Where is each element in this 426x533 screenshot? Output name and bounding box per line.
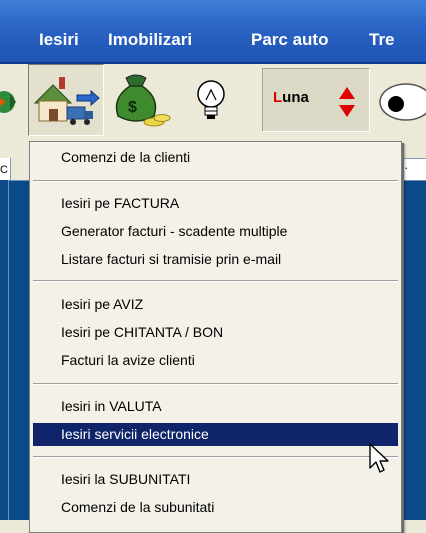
toolbar-button-iesiri[interactable] — [28, 64, 104, 136]
menu-item-facturi-avize[interactable]: Facturi la avize clienti — [33, 349, 398, 372]
menu-item-iesiri-chitanta[interactable]: Iesiri pe CHITANTA / BON — [33, 321, 398, 344]
money-bag-icon: $ — [115, 74, 171, 127]
menu-separator — [33, 180, 398, 182]
period-selector[interactable]: Luna — [262, 68, 370, 132]
house-truck-icon — [33, 77, 100, 125]
toolbar-button-idea[interactable] — [186, 64, 236, 134]
mouse-cursor-icon — [369, 443, 389, 473]
menu-item-iesiri-servicii-electronice[interactable]: Iesiri servicii electronice — [33, 423, 398, 446]
menu-item-comenzi-subunitati[interactable]: Comenzi de la subunitati — [33, 496, 398, 519]
eye-icon — [379, 83, 426, 121]
menu-separator — [33, 280, 398, 282]
menu-iesiri[interactable]: Iesiri — [39, 30, 79, 50]
toolbar-button-money[interactable]: $ — [104, 64, 174, 134]
period-label: Luna — [273, 89, 309, 106]
main-menubar: Iesiri Imobilizari Parc auto Tre — [0, 0, 426, 64]
iesiri-dropdown-menu: Comenzi de la clienti Iesiri pe FACTURA … — [29, 141, 402, 533]
toolbar: $ Luna — [0, 64, 426, 142]
menu-item-iesiri-valuta[interactable]: Iesiri in VALUTA — [33, 395, 398, 418]
left-field[interactable]: C — [0, 158, 11, 180]
up-down-arrows-icon[interactable] — [335, 81, 359, 121]
menu-tre[interactable]: Tre — [369, 30, 395, 50]
menu-item-iesiri-aviz[interactable]: Iesiri pe AVIZ — [33, 293, 398, 316]
toolbar-button-view[interactable] — [374, 64, 426, 134]
menu-imobilizari[interactable]: Imobilizari — [108, 30, 192, 50]
menu-item-iesiri-factura[interactable]: Iesiri pe FACTURA — [33, 192, 398, 215]
menu-item-iesiri-subunitati[interactable]: Iesiri la SUBUNITATI — [33, 468, 398, 491]
lightbulb-icon — [197, 80, 225, 119]
svg-text:$: $ — [128, 99, 137, 116]
menu-item-generator-facturi[interactable]: Generator facturi - scadente multiple — [33, 220, 398, 243]
menu-parc-auto[interactable]: Parc auto — [251, 30, 328, 50]
menu-separator — [33, 383, 398, 385]
toolbar-button-arrows[interactable] — [0, 64, 20, 134]
right-field[interactable]: .. — [400, 158, 426, 182]
menu-item-comenzi-clienti[interactable]: Comenzi de la clienti — [33, 146, 398, 169]
menu-item-listare-facturi[interactable]: Listare facturi si tramisie prin e-mail — [33, 248, 398, 271]
menu-separator — [33, 456, 398, 458]
arrows-icon — [0, 91, 16, 113]
